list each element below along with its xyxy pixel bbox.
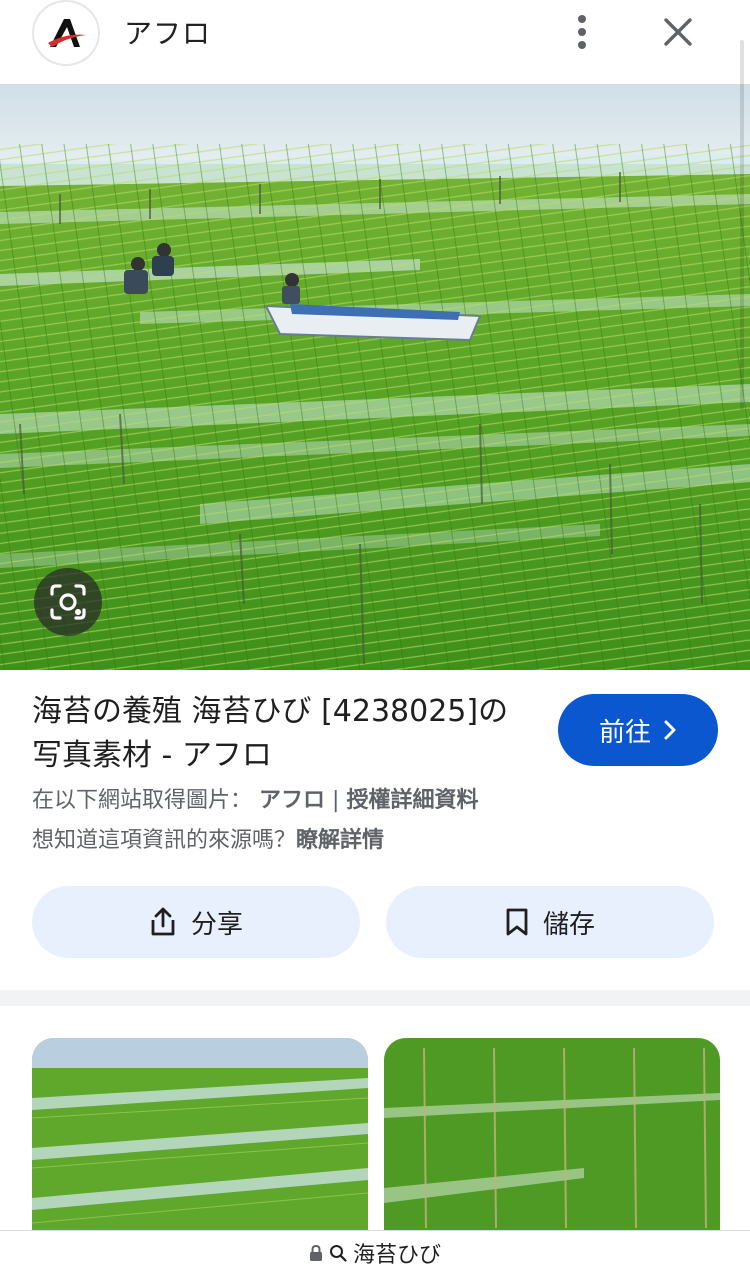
result-image[interactable]	[0, 84, 750, 670]
visit-label: 前往	[598, 717, 651, 748]
related-image-2[interactable]	[384, 1038, 720, 1238]
section-divider	[0, 990, 750, 1006]
about-prefix: 想知道這項資訊的來源嗎？	[32, 828, 297, 853]
seaweed-farm-photo	[0, 84, 750, 670]
scrollbar[interactable]	[740, 40, 744, 410]
lock-icon	[309, 1244, 322, 1261]
more-options-icon[interactable]	[562, 10, 602, 54]
license-details-link[interactable]: 授權詳細資料	[346, 788, 478, 813]
bookmark-icon	[506, 908, 528, 936]
afro-logo-icon	[48, 19, 86, 47]
visit-button[interactable]: 前往	[558, 694, 718, 766]
close-icon[interactable]	[656, 10, 700, 54]
header: アフロ	[0, 0, 750, 84]
source-site-link[interactable]: アフロ	[259, 788, 325, 813]
lens-search-button[interactable]	[34, 568, 102, 636]
seaweed-thumb-photo	[32, 1038, 368, 1238]
site-logo[interactable]	[32, 0, 100, 66]
save-button[interactable]: 儲存	[386, 886, 714, 958]
learn-more-link[interactable]: 瞭解詳情	[296, 828, 384, 853]
share-button[interactable]: 分享	[32, 886, 360, 958]
chevron-right-icon	[664, 720, 676, 740]
save-label: 儲存	[542, 909, 595, 940]
share-icon	[151, 907, 175, 936]
url-query: 海苔ひび	[352, 1242, 441, 1268]
share-label: 分享	[190, 909, 243, 940]
related-image-1[interactable]	[32, 1038, 368, 1238]
seaweed-thumb-photo	[384, 1038, 720, 1238]
result-title[interactable]: 海苔の養殖 海苔ひび [4238025]の写真素材 - アフロ	[32, 690, 532, 778]
search-icon	[329, 1244, 347, 1262]
site-name: アフロ	[124, 17, 212, 50]
image-search-lens-icon	[50, 584, 86, 620]
address-bar[interactable]: 海苔ひび	[0, 1230, 750, 1274]
source-separator: |	[332, 788, 340, 813]
about-line: 想知道這項資訊的來源嗎？瞭解詳情	[32, 822, 384, 854]
source-prefix: 在以下網站取得圖片：	[32, 788, 253, 813]
source-line: 在以下網站取得圖片： アフロ | 授權詳細資料	[32, 782, 478, 814]
